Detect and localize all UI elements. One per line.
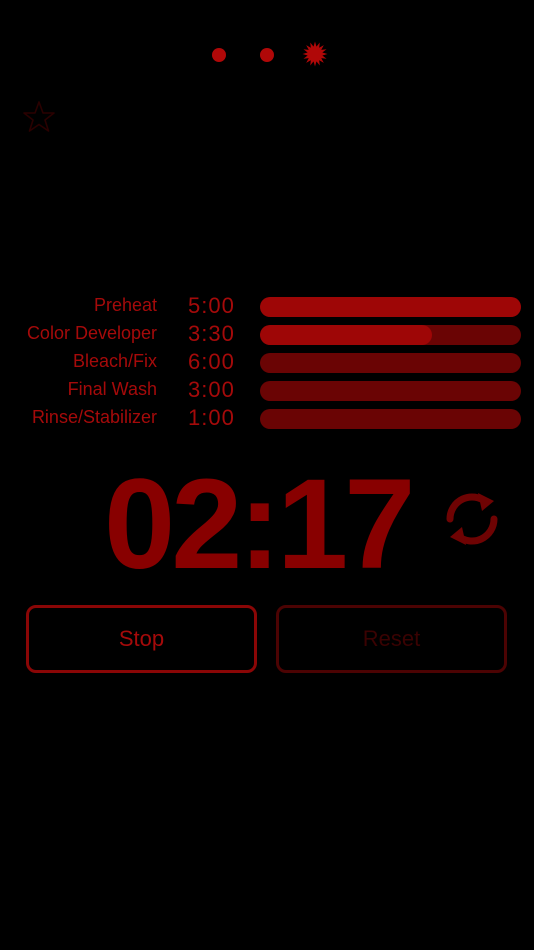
step-progress-fill [260,325,433,345]
countdown-timer: 02:17 [104,453,415,596]
step-time[interactable]: 5:00 [188,293,235,319]
step-name: Preheat [93,295,157,315]
step-row: Color Developer 3:30 [0,321,534,349]
step-name: Rinse/Stabilizer [31,407,157,427]
stop-button[interactable]: Stop [26,605,257,673]
step-name: Bleach/Fix [72,351,157,371]
step-time[interactable]: 3:30 [188,321,235,347]
step-row: Preheat 5:00 [0,293,534,321]
step-progress-bar [260,325,521,345]
reload-icon[interactable] [440,487,504,551]
page-indicator[interactable] [0,40,534,70]
page-dot-2[interactable] [260,48,274,62]
step-row: Final Wash 3:00 [0,377,534,405]
star-outline-icon[interactable] [22,100,56,134]
process-steps-list: Preheat 5:00 Color Developer 3:30 Bleach… [0,293,534,433]
step-progress-bar [260,297,521,317]
step-time[interactable]: 3:00 [188,377,235,403]
step-row: Rinse/Stabilizer 1:00 [0,405,534,433]
reset-button[interactable]: Reset [276,605,507,673]
step-name: Final Wash [67,379,157,399]
step-row: Bleach/Fix 6:00 [0,349,534,377]
step-progress-bar [260,409,521,429]
step-progress-bar [260,353,521,373]
step-time[interactable]: 1:00 [188,405,235,431]
step-progress-fill [260,297,521,317]
step-name: Color Developer [26,323,157,343]
step-progress-bar [260,381,521,401]
page-dot-1[interactable] [212,48,226,62]
step-time[interactable]: 6:00 [188,349,235,375]
page-dot-current-burst-icon[interactable] [302,41,328,67]
